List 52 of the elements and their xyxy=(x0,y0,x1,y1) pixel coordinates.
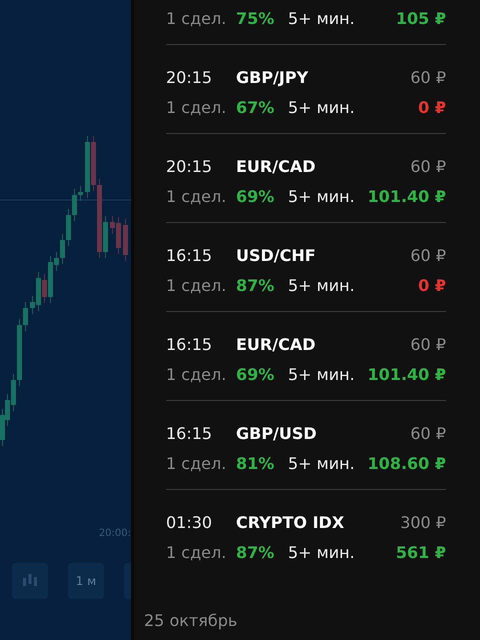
trade-duration: 5+ мин. xyxy=(288,454,355,472)
trade-time: 16:15 xyxy=(166,334,214,354)
chart-type-button[interactable] xyxy=(12,563,48,599)
trade-payout: 0 ₽ xyxy=(418,98,446,116)
trade-payout: 561 ₽ xyxy=(396,542,446,562)
trade-time: 20:15 xyxy=(166,68,214,86)
deal-count: 1 сдел. xyxy=(166,276,228,294)
deal-count: 1 сдел. xyxy=(166,98,228,116)
trade-payout: 105 ₽ xyxy=(396,8,446,28)
time-axis-label: 20:00: xyxy=(98,528,131,539)
payout-percent: 87% xyxy=(236,276,276,294)
deal-count: 1 сдел. xyxy=(166,186,228,206)
payout-percent: 81% xyxy=(236,454,276,472)
trade-payout: 0 ₽ xyxy=(418,276,446,294)
trade-stake: 60 ₽ xyxy=(410,156,446,176)
payout-percent: 75% xyxy=(236,8,276,28)
deal-count: 1 сдел. xyxy=(166,364,228,384)
trade-payout: 101.40 ₽ xyxy=(368,186,446,206)
currency-pair: EUR/CAD xyxy=(236,334,316,354)
trade-payout: 108.60 ₽ xyxy=(368,454,446,472)
trade-time: 16:15 xyxy=(166,246,214,264)
timeframe-button[interactable]: 1 м xyxy=(68,563,104,599)
trade-time: 20:15 xyxy=(166,156,214,176)
trade-duration: 5+ мин. xyxy=(288,276,355,294)
trade-stake: 60 ₽ xyxy=(410,424,446,442)
payout-percent: 87% xyxy=(236,542,276,562)
trade-payout: 101.40 ₽ xyxy=(368,364,446,384)
trade-duration: 5+ мин. xyxy=(288,186,355,206)
payout-percent: 69% xyxy=(236,186,276,206)
payout-percent: 69% xyxy=(236,364,276,384)
currency-pair: GBP/USD xyxy=(236,424,317,442)
trade-time: 01:30 xyxy=(166,512,214,532)
deal-count: 1 сдел. xyxy=(166,454,228,472)
deal-count: 1 сдел. xyxy=(166,8,228,28)
candlestick-icon xyxy=(22,574,38,588)
trade-stake: 60 ₽ xyxy=(410,68,446,86)
trade-time: 16:15 xyxy=(166,424,214,442)
trade-duration: 5+ мин. xyxy=(288,98,355,116)
currency-pair: GBP/JPY xyxy=(236,68,308,86)
trade-duration: 5+ мин. xyxy=(288,364,355,384)
currency-pair: USD/CHF xyxy=(236,246,316,264)
payout-percent: 67% xyxy=(236,98,276,116)
trade-duration: 5+ мин. xyxy=(288,542,355,562)
candle xyxy=(123,218,128,262)
trade-stake: 60 ₽ xyxy=(410,334,446,354)
trade-stake: 300 ₽ xyxy=(400,512,446,532)
deal-count: 1 сдел. xyxy=(166,542,228,562)
trade-stake: 60 ₽ xyxy=(410,246,446,264)
trade-duration: 5+ мин. xyxy=(288,8,355,28)
currency-pair: EUR/CAD xyxy=(236,156,316,176)
date-header: 25 октябрь xyxy=(144,611,238,630)
currency-pair: CRYPTO IDX xyxy=(236,512,344,532)
